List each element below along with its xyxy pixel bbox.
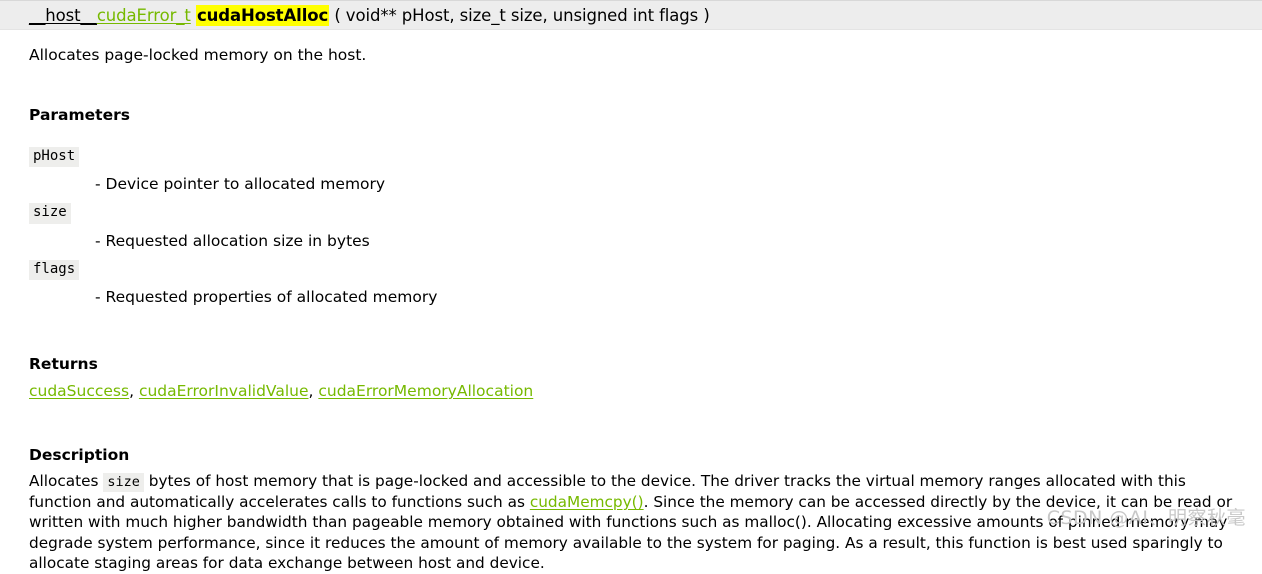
function-signature: __host__cudaError_t cudaHostAlloc ( void… [29, 4, 710, 26]
signature-parameter-list: ( void** pHost, size_t size, unsigned in… [334, 5, 710, 25]
description-paragraph: Allocates size bytes of host memory that… [29, 471, 1262, 573]
returns-values: cudaSuccess, cudaErrorInvalidValue, cuda… [29, 382, 1262, 400]
parameter-description: - Requested properties of allocated memo… [95, 288, 438, 307]
return-value-link-cudasuccess[interactable]: cudaSuccess [29, 382, 129, 400]
doc-content: Allocates page-locked memory on the host… [0, 46, 1262, 574]
function-name-highlighted: cudaHostAlloc [195, 4, 330, 26]
description-heading: Description [29, 446, 130, 465]
parameter-name: flags [29, 259, 80, 281]
description-text-part1: Allocates [29, 472, 104, 491]
return-value-link-cudaerrormemoryallocation[interactable]: cudaErrorMemoryAllocation [318, 382, 533, 400]
parameters-list: pHost - Device pointer to allocated memo… [29, 145, 1262, 306]
returns-heading: Returns [29, 355, 98, 374]
parameter-item: size - Requested allocation size in byte… [29, 201, 1262, 250]
brief-description: Allocates page-locked memory on the host… [29, 46, 367, 64]
host-qualifier: __host__ [29, 5, 97, 25]
returns-separator: , [129, 382, 139, 401]
parameter-description: - Requested allocation size in bytes [95, 231, 370, 250]
inline-code-size: size [103, 473, 144, 493]
return-value-link-cudaerrorinvalidvalue[interactable]: cudaErrorInvalidValue [139, 382, 309, 400]
parameters-heading: Parameters [29, 106, 130, 124]
parameter-item: pHost - Device pointer to allocated memo… [29, 145, 1262, 193]
return-type-link[interactable]: cudaError_t [97, 6, 191, 25]
parameter-name: size [29, 203, 71, 224]
parameter-item: flags - Requested properties of allocate… [29, 258, 1262, 306]
parameter-description: - Device pointer to allocated memory [95, 175, 386, 194]
returns-separator: , [308, 382, 319, 401]
cudamemcpy-link[interactable]: cudaMemcpy() [530, 493, 644, 511]
function-signature-bar: __host__cudaError_t cudaHostAlloc ( void… [0, 0, 1262, 30]
parameter-name: pHost [29, 147, 80, 168]
